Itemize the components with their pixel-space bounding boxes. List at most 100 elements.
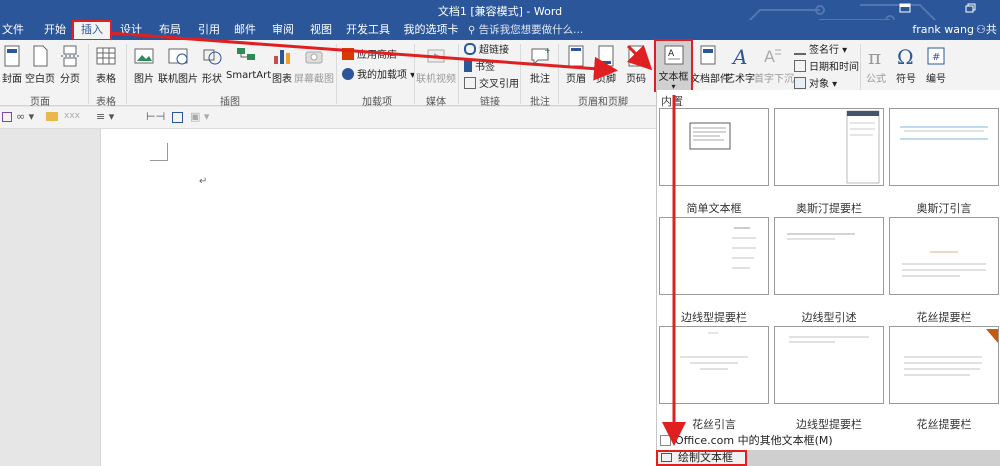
footer-icon (598, 45, 614, 67)
online-video-button[interactable]: 联机视频 (416, 42, 456, 90)
gallery-item-filigree-quote[interactable] (659, 326, 769, 404)
video-icon (427, 49, 445, 63)
office-more-textboxes[interactable]: Office.com 中的其他文本框(M) (660, 432, 833, 448)
tab-file[interactable]: 文件 (0, 21, 26, 40)
draw-textbox-button[interactable]: 绘制文本框(D) (656, 450, 747, 466)
header-icon (568, 45, 584, 67)
checkbox-icon[interactable] (172, 112, 183, 123)
svg-text:Ω: Ω (897, 45, 914, 68)
tab-insert[interactable]: 插入 (72, 20, 112, 41)
quick-toolbar: ∞ ▾ xxx ≡ ▾ ⊢⊣ ▣ ▾ (0, 107, 656, 129)
tab-mailings[interactable]: 邮件 (230, 21, 260, 40)
page-number-button[interactable]: # 页码 (616, 42, 656, 90)
image-icon[interactable]: ▣ ▾ (190, 110, 209, 123)
link-chain-icon[interactable]: ∞ ▾ (16, 110, 34, 123)
thumb-preview (789, 336, 869, 343)
number-button[interactable]: # 编号 (918, 42, 954, 90)
tab-references[interactable]: 引用 (194, 21, 224, 40)
bookmark-icon (464, 60, 472, 72)
restore-icon (965, 3, 976, 13)
blank-page-icon (33, 45, 48, 67)
title-bar: 文档1 [兼容模式] - Word (0, 0, 1000, 39)
gallery-item-filigree-sidebar[interactable] (889, 217, 999, 295)
addins-icon (342, 68, 354, 80)
cross-reference-button[interactable]: 交叉引用 (464, 77, 519, 93)
folder-icon[interactable] (46, 112, 58, 121)
signature-icon (794, 43, 806, 55)
document-page[interactable] (100, 129, 656, 466)
tell-me-text: 告诉我您想要做什么... (478, 24, 584, 36)
thumb-preview (732, 227, 756, 269)
thumb-preview (902, 251, 986, 277)
tab-home[interactable]: 开始 (40, 21, 70, 40)
tab-design[interactable]: 设计 (116, 21, 146, 40)
group-label-media: 媒体 (426, 97, 446, 108)
svg-text:+: + (544, 46, 551, 55)
font-box[interactable]: xxx (64, 111, 80, 121)
group-label-illustrations: 插图 (220, 97, 240, 108)
tab-layout[interactable]: 布局 (155, 21, 185, 40)
tab-view[interactable]: 视图 (306, 21, 336, 40)
comment-button[interactable]: + 批注 (520, 42, 560, 90)
hyperlink-button[interactable]: 超链接 (464, 43, 509, 59)
columns-icon[interactable]: ⊢⊣ (146, 110, 165, 123)
gallery-heading: 内置 (661, 95, 683, 108)
group-label-header-footer: 页眉和页脚 (578, 97, 628, 108)
cross-reference-icon (464, 77, 476, 89)
link-icon (464, 43, 476, 55)
smartart-icon (237, 48, 255, 60)
table-button[interactable]: 表格 (86, 42, 126, 90)
group-label-tables: 表格 (96, 97, 116, 108)
save-icon[interactable] (2, 112, 12, 122)
gallery-item-austin-sidebar[interactable] (774, 108, 884, 186)
line-spacing-icon[interactable]: ≡ ▾ (96, 110, 114, 123)
dropcap-button[interactable]: A 首字下沉 (754, 42, 794, 90)
gallery-item-simple-textbox[interactable] (659, 108, 769, 186)
screenshot-button[interactable]: 屏幕截图 (294, 42, 334, 90)
tab-developer[interactable]: 开发工具 (344, 21, 392, 40)
page-break-button[interactable]: 分页 (50, 42, 90, 90)
paragraph-mark: ↵ (199, 176, 208, 187)
gallery-item-austin-quote[interactable] (889, 108, 999, 186)
gallery-item-filigree-sidebar-2[interactable] (889, 326, 999, 404)
quick-parts-button[interactable]: 文档部件 (690, 42, 730, 90)
gallery-item-sideline-sidebar-2[interactable] (774, 326, 884, 404)
restore-button[interactable] (958, 1, 984, 19)
gallery-label: 花丝提要栏 (916, 311, 972, 324)
gallery-item-sideline-sidebar[interactable] (659, 217, 769, 295)
tab-review[interactable]: 审阅 (268, 21, 298, 40)
gallery-item-sideline-quote[interactable] (774, 217, 884, 295)
tell-me-box[interactable]: ⚲ 告诉我您想要做什么... (468, 21, 583, 40)
draw-textbox-icon (661, 453, 672, 462)
tab-my-tab[interactable]: 我的选项卡 (400, 21, 462, 40)
dropcap-icon: A (764, 47, 781, 66)
thumb-preview (787, 233, 855, 240)
smartart-button[interactable]: SmartArt (226, 42, 271, 90)
page-break-icon (61, 45, 79, 67)
gallery-footer-strip (747, 450, 1000, 466)
store-button[interactable]: 应用商店 (342, 48, 397, 64)
date-time-button[interactable]: 日期和时间 (794, 60, 859, 76)
wordart-button[interactable]: A 艺术字 (722, 42, 758, 90)
svg-text:#: # (932, 52, 940, 63)
lightbulb-icon: ⚲ (468, 25, 476, 36)
object-icon (794, 77, 806, 89)
ribbon-display-options-button[interactable] (892, 1, 918, 19)
gallery-label: 花丝引言 (692, 418, 736, 431)
user-name[interactable]: frank wang (912, 21, 974, 39)
office-icon (660, 435, 671, 446)
textbox-button[interactable]: A 文本框 ▾ (654, 39, 693, 92)
group-label-comments: 批注 (530, 97, 550, 108)
thumb-preview (900, 126, 988, 140)
dropdown-arrow-icon: ▾ (829, 79, 838, 90)
svg-text:A: A (764, 47, 775, 66)
table-icon (96, 47, 116, 65)
bookmark-button[interactable]: 书签 (464, 60, 495, 76)
quick-parts-icon (700, 45, 716, 65)
group-label-addins: 加载项 (362, 97, 392, 108)
thumb-preview (846, 110, 880, 184)
my-addins-button[interactable]: 我的加载项 ▾ (342, 68, 415, 84)
gallery-label: 简单文本框 (686, 202, 742, 215)
signature-line-button[interactable]: 签名行 ▾ (794, 43, 847, 59)
margin-mark (150, 143, 168, 161)
